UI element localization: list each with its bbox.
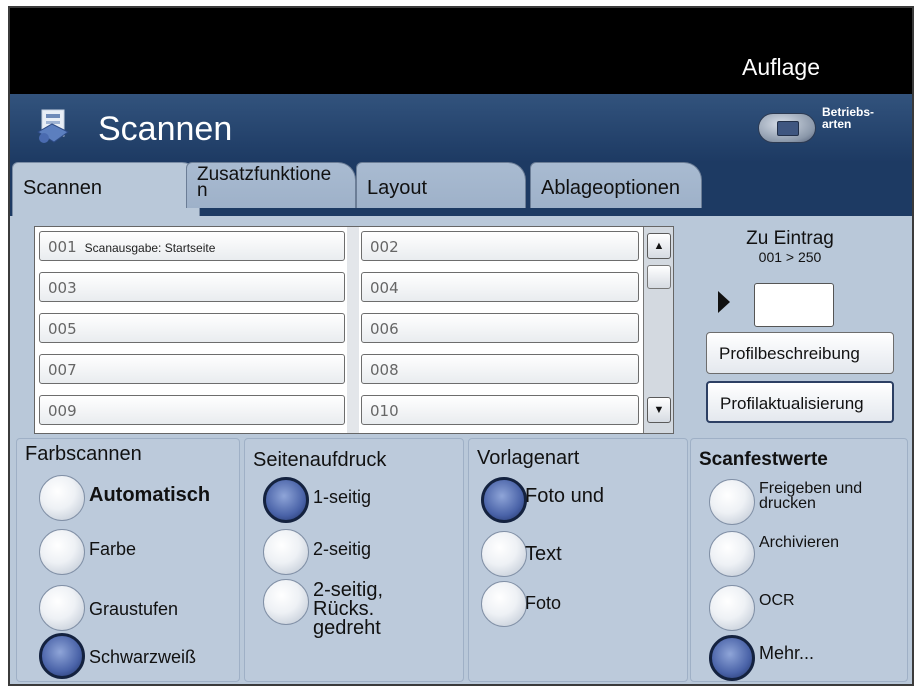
radio-button[interactable] (263, 529, 309, 575)
page-title: Scannen (98, 110, 233, 148)
radio-button[interactable] (709, 585, 755, 631)
group-title: Seitenaufdruck (253, 449, 387, 471)
option-grayscale[interactable]: Graustufen (39, 585, 239, 631)
radio-button-selected[interactable] (39, 633, 85, 679)
template-slot[interactable]: 010 (361, 395, 639, 425)
option-one-sided[interactable]: 1-seitig (263, 477, 453, 523)
radio-button[interactable] (39, 585, 85, 631)
copies-label: Auflage (741, 54, 820, 80)
option-two-sided[interactable]: 2-seitig (263, 529, 453, 575)
template-list: 001 Scanausgabe: Startseite 002 003 004 0… (34, 226, 674, 434)
radio-button-selected[interactable] (481, 477, 527, 523)
list-scrollbar[interactable]: ▲ ▼ (643, 227, 673, 433)
template-slot[interactable]: 006 (361, 313, 639, 343)
device-screen: Auflage Scannen Betriebs- arten Scannen … (8, 6, 914, 686)
modes-icon (777, 121, 799, 136)
goto-entry-label: Zu Eintrag 001 > 250 (710, 229, 870, 266)
scan-presets-group: Scanfestwerte Freigeben und drucken Arch… (690, 438, 908, 682)
triangle-up-icon: ▲ (653, 240, 665, 252)
option-ocr[interactable]: OCR (709, 585, 905, 631)
option-text[interactable]: Text (481, 531, 681, 577)
original-type-group: Vorlagenart Foto und Text Foto (468, 438, 688, 682)
modes-label: Betriebs- arten (822, 105, 875, 131)
group-title: Vorlagenart (477, 447, 580, 469)
scan-app-icon (37, 109, 69, 143)
goto-range: 001 > 250 (758, 249, 822, 265)
radio-button[interactable] (481, 581, 527, 627)
tab-bar: Scannen Zusatzfunktione n Layout Ablageo… (10, 162, 912, 216)
option-photo-text[interactable]: Foto und (481, 477, 681, 523)
option-more[interactable]: Mehr... (709, 635, 905, 681)
profile-description-button[interactable]: Profilbeschreibung (706, 332, 894, 374)
option-two-sided-rotated[interactable]: 2-seitig, Rücks. gedreht (263, 579, 453, 638)
tab-layout[interactable]: Layout (356, 162, 526, 208)
group-title: Farbscannen (25, 443, 142, 465)
radio-button[interactable] (481, 531, 527, 577)
radio-button-selected[interactable] (263, 477, 309, 523)
triangle-down-icon: ▼ (653, 404, 665, 416)
scroll-thumb[interactable] (647, 265, 671, 289)
top-message-bar: Auflage (10, 8, 912, 94)
modes-button[interactable] (758, 113, 816, 143)
app-header: Scannen Betriebs- arten (10, 94, 912, 162)
pointer-arrow-icon (718, 291, 730, 313)
option-share-print[interactable]: Freigeben und drucken (709, 479, 905, 525)
template-slot[interactable]: 005 (39, 313, 345, 343)
goto-entry-input[interactable] (754, 283, 834, 327)
color-scan-group: Farbscannen Automatisch Farbe Graustufen… (16, 438, 240, 682)
radio-button-selected[interactable] (709, 635, 755, 681)
tab-additional-features[interactable]: Zusatzfunktione n (186, 162, 356, 208)
template-slot[interactable]: 003 (39, 272, 345, 302)
radio-button[interactable] (709, 531, 755, 577)
radio-button[interactable] (709, 479, 755, 525)
column-divider (347, 227, 359, 433)
option-color[interactable]: Farbe (39, 529, 239, 575)
tab-scan[interactable]: Scannen (12, 162, 200, 216)
template-slot[interactable]: 001 Scanausgabe: Startseite (39, 231, 345, 261)
scroll-down-button[interactable]: ▼ (647, 397, 671, 423)
sides-group: Seitenaufdruck 1-seitig 2-seitig 2-seiti… (244, 438, 464, 682)
tab-filing-options[interactable]: Ablageoptionen (530, 162, 702, 208)
scroll-up-button[interactable]: ▲ (647, 233, 671, 259)
template-slot[interactable]: 007 (39, 354, 345, 384)
profile-update-button[interactable]: Profilaktualisierung (706, 381, 894, 423)
template-slot[interactable]: 008 (361, 354, 639, 384)
radio-button[interactable] (39, 529, 85, 575)
group-title: Scanfestwerte (699, 449, 828, 470)
template-slot[interactable]: 009 (39, 395, 345, 425)
template-slot[interactable]: 004 (361, 272, 639, 302)
option-photo[interactable]: Foto (481, 581, 681, 627)
radio-button[interactable] (263, 579, 309, 625)
template-slot[interactable]: 002 (361, 231, 639, 261)
radio-button[interactable] (39, 475, 85, 521)
option-black-white[interactable]: Schwarzweiß (39, 633, 239, 679)
option-archive[interactable]: Archivieren (709, 531, 905, 577)
option-automatic[interactable]: Automatisch (39, 475, 239, 521)
